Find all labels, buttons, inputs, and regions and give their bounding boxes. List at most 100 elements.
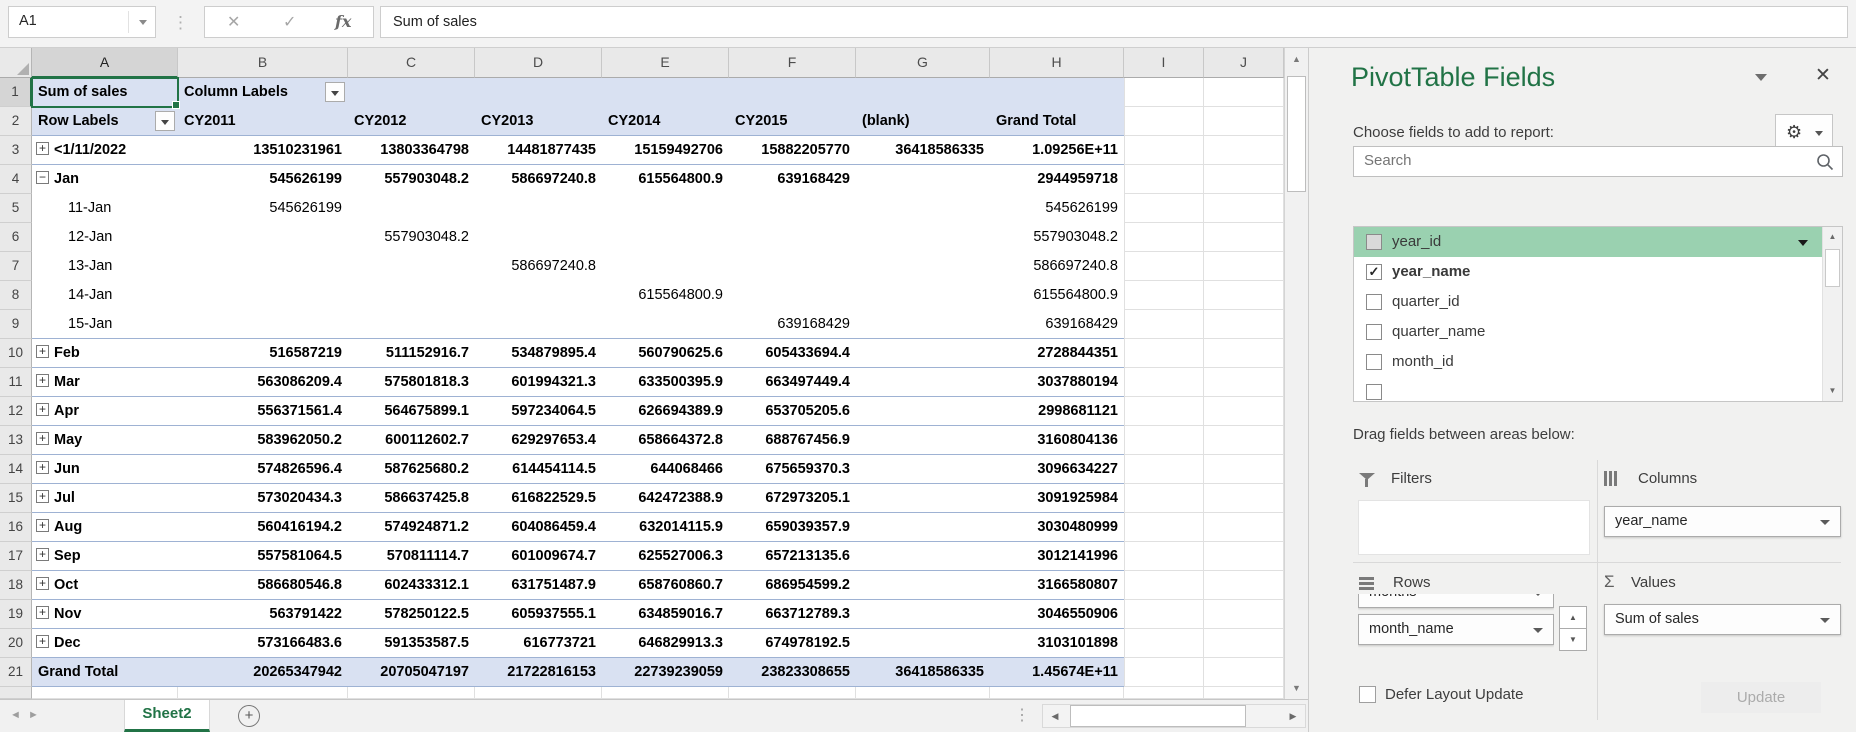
column-header-F[interactable]: F [729, 48, 856, 78]
value-cell[interactable]: 15159492706 [602, 136, 729, 165]
select-all-corner[interactable] [0, 48, 32, 78]
value-cell[interactable] [856, 281, 990, 310]
columns-drop-zone[interactable]: year_name [1604, 506, 1841, 555]
grid-cell[interactable] [1204, 426, 1284, 455]
row-label-cell[interactable]: 11-Jan [32, 194, 178, 223]
value-cell[interactable]: 13510231961 [178, 136, 348, 165]
cancel-button[interactable]: ✕ [227, 12, 240, 32]
row-header-21[interactable]: 21 [0, 658, 32, 687]
value-cell[interactable]: 686954599.2 [729, 571, 856, 600]
value-cell[interactable]: 23823308655 [729, 658, 856, 687]
value-cell[interactable]: 557903048.2 [348, 223, 475, 252]
value-cell[interactable]: 545626199 [990, 194, 1124, 223]
row-label-cell[interactable]: + <1/11/2022 [32, 136, 178, 165]
name-box[interactable]: A1 [8, 6, 156, 38]
collapse-icon[interactable]: − [36, 171, 49, 185]
field-item-quarter_name[interactable]: quarter_name [1354, 317, 1842, 347]
grid-cell[interactable] [729, 78, 856, 107]
grid-cell[interactable] [856, 687, 990, 699]
row-label-cell[interactable]: Grand Total [32, 658, 178, 687]
expand-icon[interactable]: + [36, 577, 49, 591]
value-cell[interactable] [178, 252, 348, 281]
value-cell[interactable]: 563086209.4 [178, 368, 348, 397]
value-cell[interactable]: 2944959718 [990, 165, 1124, 194]
value-cell[interactable]: 597234064.5 [475, 397, 602, 426]
rows-drop-zone[interactable]: months month_name [1358, 594, 1554, 650]
grid-cell[interactable] [990, 78, 1124, 107]
value-cell[interactable]: 587625680.2 [348, 455, 475, 484]
value-cell[interactable]: 564675899.1 [348, 397, 475, 426]
row-header-17[interactable]: 17 [0, 542, 32, 571]
row-header-6[interactable]: 6 [0, 223, 32, 252]
value-cell[interactable] [729, 281, 856, 310]
value-cell[interactable] [856, 542, 990, 571]
row-label-cell[interactable]: + Feb [32, 339, 178, 368]
grid-cell[interactable] [1124, 194, 1204, 223]
scroll-down-icon[interactable]: ▼ [1285, 677, 1308, 699]
value-cell[interactable]: 21722816153 [475, 658, 602, 687]
value-cell[interactable]: 516587219 [178, 339, 348, 368]
value-cell[interactable] [856, 368, 990, 397]
row-header-14[interactable]: 14 [0, 455, 32, 484]
value-cell[interactable]: 604086459.4 [475, 513, 602, 542]
grid-cell[interactable] [1204, 629, 1284, 658]
value-cell[interactable] [602, 310, 729, 339]
row-header-3[interactable]: 3 [0, 136, 32, 165]
scroll-down-icon[interactable]: ▼ [1823, 381, 1842, 401]
expand-icon[interactable]: + [36, 461, 49, 475]
value-cell[interactable] [856, 513, 990, 542]
row-label-cell[interactable]: − Jan [32, 165, 178, 194]
value-cell[interactable]: 639168429 [729, 165, 856, 194]
expand-icon[interactable]: + [36, 403, 49, 417]
value-cell[interactable]: 586697240.8 [475, 252, 602, 281]
filters-drop-zone[interactable] [1358, 500, 1590, 555]
expand-icon[interactable]: + [36, 519, 49, 533]
vertical-scrollbar[interactable]: ▲ ▼ [1284, 48, 1308, 699]
value-cell[interactable] [856, 165, 990, 194]
row-labels-filter-button[interactable] [155, 111, 175, 131]
row-label-cell[interactable]: + Dec [32, 629, 178, 658]
expand-icon[interactable]: + [36, 490, 49, 504]
value-cell[interactable] [729, 194, 856, 223]
value-cell[interactable]: 3166580807 [990, 571, 1124, 600]
scroll-up-icon[interactable]: ▲ [1559, 606, 1587, 629]
cell-sum-of-sales[interactable]: Sum of sales [32, 78, 178, 107]
cell-column-labels[interactable]: Column Labels [178, 78, 348, 107]
value-cell[interactable]: 3037880194 [990, 368, 1124, 397]
value-cell[interactable] [856, 339, 990, 368]
row-label-cell[interactable]: 13-Jan [32, 252, 178, 281]
row-label-cell[interactable]: + Jun [32, 455, 178, 484]
scroll-down-icon[interactable]: ▼ [1559, 628, 1587, 651]
value-cell[interactable]: 3160804136 [990, 426, 1124, 455]
grid-cell[interactable] [178, 687, 348, 699]
value-cell[interactable]: 634859016.7 [602, 600, 729, 629]
row-label-cell[interactable]: + Jul [32, 484, 178, 513]
value-cell[interactable]: 3046550906 [990, 600, 1124, 629]
value-cell[interactable] [602, 223, 729, 252]
row-header-18[interactable]: 18 [0, 571, 32, 600]
field-checkbox[interactable]: ✓ [1366, 264, 1382, 280]
horizontal-scroll-thumb[interactable] [1070, 705, 1246, 727]
value-cell[interactable]: 563791422 [178, 600, 348, 629]
expand-icon[interactable]: + [36, 374, 49, 388]
scroll-right-icon[interactable]: ▶ [1281, 705, 1305, 727]
grid-cell[interactable] [1124, 368, 1204, 397]
grid-cell[interactable] [1204, 658, 1284, 687]
rows-pill[interactable]: months [1358, 594, 1554, 608]
field-item-month_id[interactable]: month_id [1354, 347, 1842, 377]
row-header-8[interactable]: 8 [0, 281, 32, 310]
grid-cell[interactable] [1124, 397, 1204, 426]
grid-cell[interactable] [1204, 78, 1284, 107]
value-cell[interactable] [348, 252, 475, 281]
value-cell[interactable]: 615564800.9 [990, 281, 1124, 310]
value-cell[interactable] [602, 252, 729, 281]
row-label-cell[interactable]: + Oct [32, 571, 178, 600]
formula-input[interactable]: Sum of sales [380, 6, 1848, 38]
value-cell[interactable]: 557903048.2 [348, 165, 475, 194]
grid-cell[interactable] [1124, 136, 1204, 165]
value-cell[interactable]: 545626199 [178, 165, 348, 194]
value-cell[interactable]: 574924871.2 [348, 513, 475, 542]
grid-cell[interactable] [1204, 107, 1284, 136]
field-list-scroll-thumb[interactable] [1825, 249, 1840, 287]
row-label-cell[interactable]: 12-Jan [32, 223, 178, 252]
